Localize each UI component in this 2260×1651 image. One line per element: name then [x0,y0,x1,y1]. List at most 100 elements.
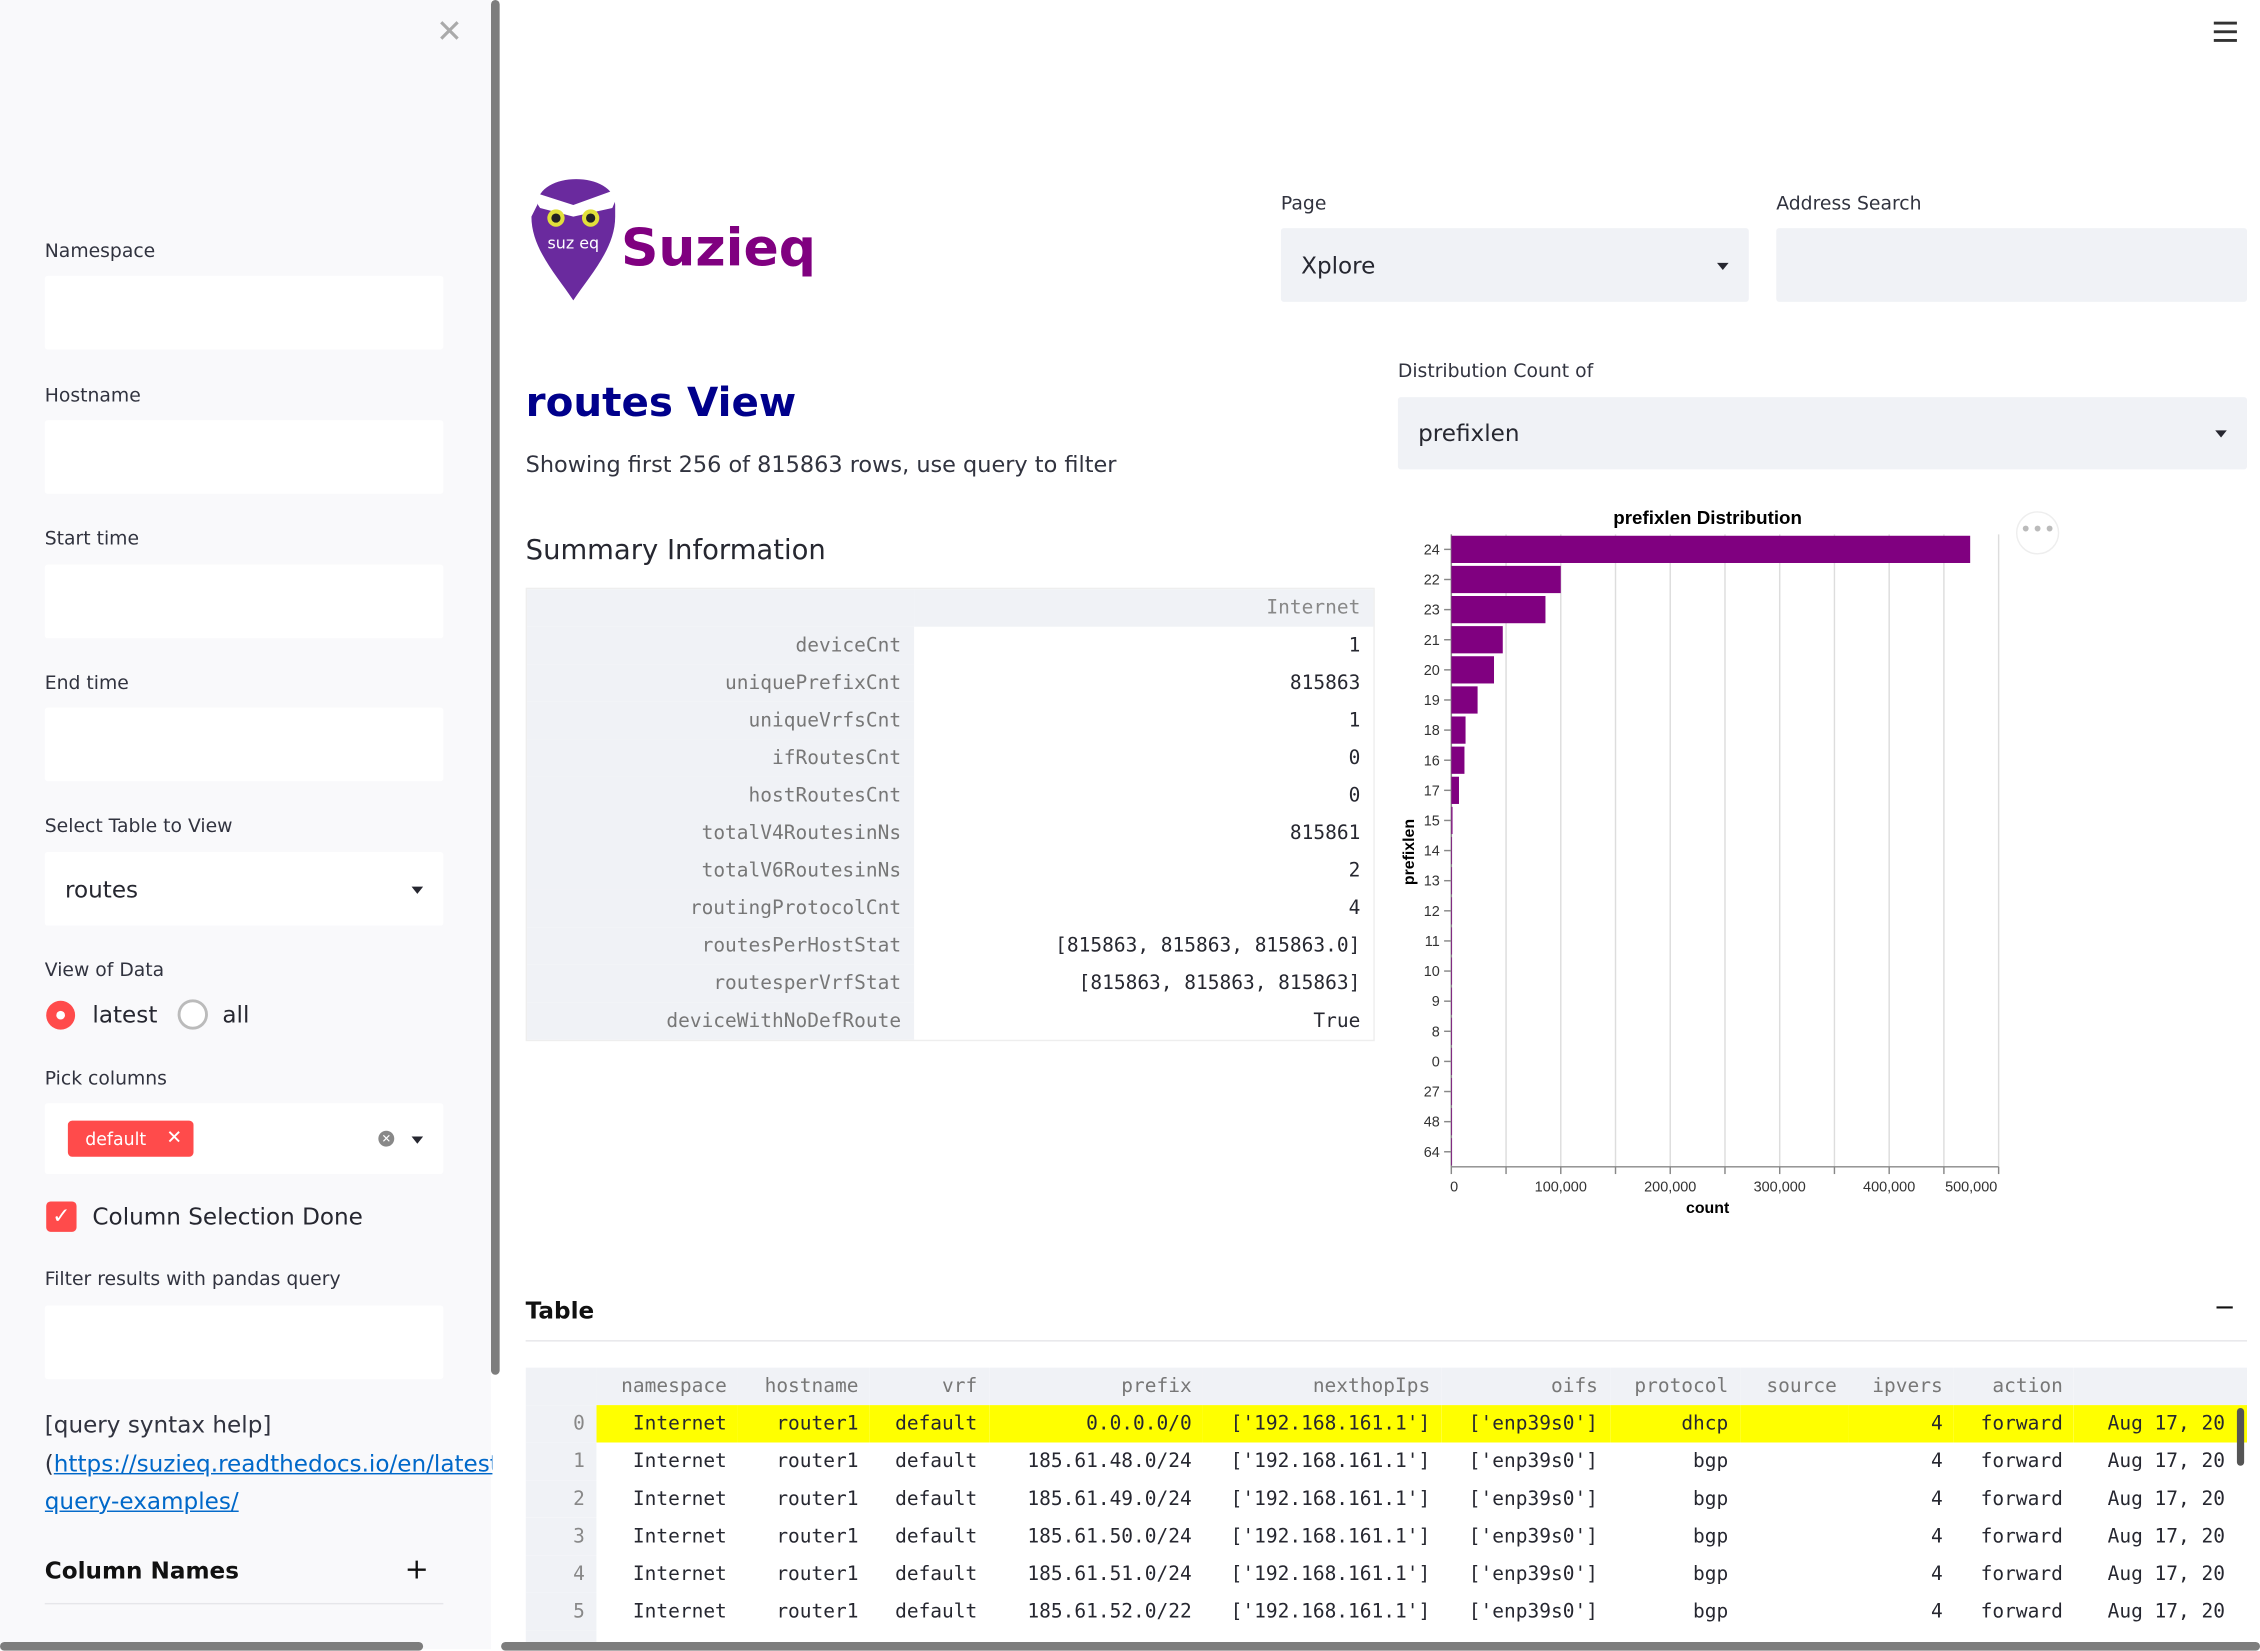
close-sidebar-icon[interactable]: ✕ [436,14,463,50]
table-cell [1740,1630,1849,1642]
column-tag-default[interactable]: default ✕ [67,1120,194,1157]
y-tick-label: 48 [1424,1115,1440,1131]
table-row[interactable]: 1 Internet router1 default 185.61.48.0/24 ['1… [525,1442,2247,1481]
column-header[interactable]: oifs [1441,1367,1610,1406]
table-row[interactable]: 0 Internet router1 default 0.0.0.0/0 ['192.16… [525,1405,2248,1443]
start-time-input[interactable] [44,564,444,639]
hamburger-menu-icon[interactable] [2213,21,2237,42]
checkbox-checked-icon[interactable]: ✓ [46,1201,77,1232]
page-select-value: Xplore [1301,251,1376,279]
summary-row: deviceCnt 1 [527,626,1373,665]
column-header[interactable]: namespace [596,1367,739,1406]
namespace-input[interactable] [44,275,444,350]
summary-value: 0 [1348,746,1361,770]
table-cell: ['192.168.161.1'] [1230,1524,1431,1549]
table-cell: forward [1954,1405,2075,1443]
divider [525,1340,2248,1342]
logo-text: Suzieq [620,219,816,279]
address-search-input[interactable] [1776,228,2248,302]
chart-menu-button[interactable]: ••• [2015,511,2060,555]
column-header[interactable]: nexthopIps [1203,1367,1442,1406]
summary-row: hostRoutesCnt 0 [527,776,1373,815]
y-tick-label: 24 [1424,542,1440,558]
y-tick-label: 27 [1424,1085,1440,1101]
table-cell: ['192.168.161.1'] [1203,1405,1442,1443]
bar-10 [1451,957,1453,985]
radio-latest[interactable] [46,1000,76,1029]
row-index: 2 [525,1480,597,1518]
column-header[interactable]: hostname [738,1367,871,1406]
summary-key: routesperVrfStat [527,964,915,1003]
bar-18 [1451,716,1466,744]
filter-query-input[interactable] [44,1305,444,1380]
table-row[interactable]: 5 Internet router1 default 185.61.52.0/22 ['1… [525,1592,2247,1631]
table-cell [1740,1593,1849,1631]
collapse-table-icon[interactable]: − [2214,1292,2236,1322]
column-header[interactable]: source [1739,1367,1849,1406]
table-vertical-scrollbar[interactable] [2236,1407,2245,1466]
table-row[interactable]: 4 Internet router1 default 185.61.51.0/24 ['1… [525,1555,2247,1593]
view-of-data-label: View of Data [44,960,165,982]
bar-20 [1451,656,1495,684]
column-selection-done-checkbox[interactable]: ✓ Column Selection Done [46,1201,363,1232]
table-cell: ['enp39s0'] [1468,1524,1598,1549]
summary-row: routesPerHostStat [815863, 815863, 815863… [527,927,1373,965]
summary-value: 815861 [1289,821,1361,845]
suzieq-logo: suz eq Suzieq [526,159,816,303]
table-cell [1740,1555,1849,1593]
table-row[interactable]: 3 Internet router1 default 185.61.50.0/24 ['1… [525,1517,2247,1556]
hostname-input[interactable] [44,420,444,494]
column-header[interactable]: ipvers [1848,1367,1955,1406]
table-cell [1954,1630,2074,1642]
end-time-input[interactable] [44,707,444,782]
columns-multiselect[interactable]: default ✕ ✕ [44,1103,444,1175]
sidebar-horizontal-scrollbar[interactable] [0,1641,424,1651]
chevron-down-icon[interactable] [411,1135,424,1144]
column-header[interactable] [525,1367,597,1406]
sidebar-scrollbar[interactable] [490,0,500,1375]
chart-title: prefixlen Distribution [1613,507,1802,528]
table-cell: 185.61.50.0/24 [1027,1524,1192,1549]
column-header[interactable]: prefix [988,1367,1204,1406]
table-row[interactable]: 2 Internet router1 default 185.61.49.0/24 ['1… [525,1480,2247,1518]
clear-all-icon[interactable]: ✕ [378,1130,395,1147]
radio-latest-label: latest [92,1000,158,1029]
table-cell: default [895,1524,978,1549]
summary-row: totalV6RoutesinNs 2 [527,852,1373,890]
summary-column-header: Internet [914,589,1374,627]
bar-22 [1451,565,1561,594]
table-cell: 185.61.52.0/22 [1027,1600,1192,1624]
table-cell [1442,1630,1610,1642]
y-tick-label: 20 [1424,663,1440,679]
y-tick-label: 23 [1424,603,1440,619]
query-help-link[interactable]: https://suzieq.readthedocs.io/en/latest/… [54,1449,493,1476]
table-cell: Aug 17, 20 [2107,1524,2225,1549]
radio-all[interactable] [177,999,208,1030]
page-select[interactable]: Xplore [1280,228,1749,302]
data-table[interactable]: namespace hostname vrf prefix nexthopIps oifs… [525,1367,2248,1642]
column-names-expander[interactable]: Column Names + [44,1551,444,1605]
table-cell [1609,1630,1739,1642]
table-cell: Internet [632,1562,727,1586]
table-cell: bgp [1693,1524,1729,1549]
table-row[interactable] [525,1630,2247,1642]
distribution-select[interactable]: prefixlen [1397,397,2248,470]
table-cell: 4 [1930,1449,1943,1473]
summary-title: Summary Information [525,534,826,567]
expand-plus-icon[interactable]: + [405,1551,429,1586]
remove-tag-icon[interactable]: ✕ [166,1128,182,1150]
table-cell: bgp [1693,1600,1729,1624]
x-axis-title: count [1686,1200,1730,1217]
query-help-link-cont[interactable]: query-examples/ [45,1487,239,1514]
column-header[interactable]: action [1954,1367,2075,1406]
x-tick-label: 400,000 [1863,1179,1915,1195]
column-header[interactable]: vrf [870,1367,989,1406]
main-horizontal-scrollbar[interactable] [501,1641,2260,1651]
column-header[interactable]: protocol [1609,1367,1740,1406]
table-cell: Aug 17, 20 [2074,1405,2248,1443]
table-cell: ['192.168.161.1'] [1230,1600,1431,1624]
table-select[interactable]: routes [44,852,444,926]
table-cell: router1 [776,1600,859,1624]
table-cell [596,1630,738,1642]
column-header[interactable] [2074,1367,2248,1406]
